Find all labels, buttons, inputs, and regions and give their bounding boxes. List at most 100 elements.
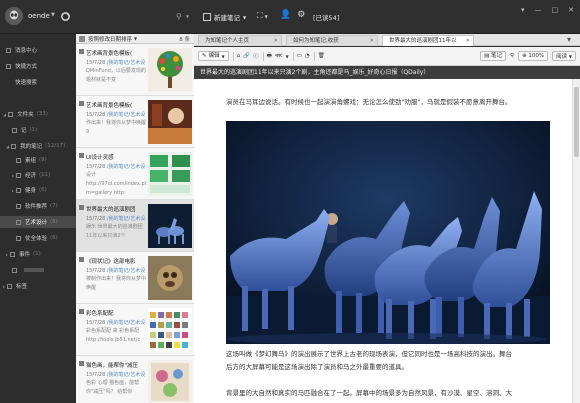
note-title: 世界最大的巡演剧团 — [86, 207, 136, 213]
edit-button[interactable]: ✎ 编辑 ▼ — [198, 51, 229, 61]
list-item[interactable]: 彩色系配配 15/7/28 /我的笔记/艺术设 彩色系配配 来 彩色系配 htt… — [76, 304, 194, 356]
zoom-icon: ⊕ — [522, 53, 527, 59]
expand-arrow-icon[interactable]: ▸ — [12, 188, 14, 193]
note-title: 艺术画背景色模板( — [86, 103, 133, 109]
chevron-down-icon[interactable]: ▼ — [286, 51, 289, 62]
toolbar-right: ▤ 笔记 ⚲ ⊕ 100% 阅读 ▼ — [480, 51, 576, 61]
sidebar-item-fitness[interactable]: ▸ 健身 (6) — [0, 184, 76, 196]
gear-icon[interactable]: ⚙ — [297, 10, 305, 20]
view-mode-button[interactable]: ⛶ ▼ — [257, 11, 268, 21]
note-icon — [79, 153, 84, 158]
sidebar-item-quick-search[interactable]: 快速搜索 — [0, 76, 76, 88]
chevron-down-icon[interactable]: ▼ — [51, 12, 55, 18]
sidebar-item-events[interactable]: ▸ 事件 (1) — [0, 248, 76, 260]
share-icon[interactable]: ⋘ — [275, 51, 283, 62]
attachment-icon[interactable]: 🔗 — [243, 51, 250, 62]
menu-icon[interactable]: ▾ — [521, 6, 525, 14]
note-title: 猫色画，能帮你"减压 — [86, 363, 139, 369]
sidebar-item-sub1[interactable]: 素组 (9) — [0, 154, 76, 166]
list-item[interactable]: 猫色画，能帮你"减压 15/7/28 /我的笔记/艺术设 色彩 心理 猫色画，能… — [76, 356, 194, 403]
paragraph: 这场叫做《梦幻舞马》的演出展示了世界上古老的现场表演，但它同时也是一场高科技的演… — [226, 350, 512, 358]
sync-icon[interactable] — [60, 11, 71, 22]
sidebar-item-my-notes[interactable]: ◢ 我的笔记 (12/17) — [0, 140, 76, 152]
sidebar-item-experience[interactable]: 仗全体验 (6) — [0, 232, 76, 244]
expand-arrow-icon[interactable]: ▸ — [12, 173, 14, 178]
tab-how-to[interactable]: 如何为知笔记,收获 ✕ — [286, 35, 378, 46]
expand-arrow-icon[interactable]: ◢ — [6, 144, 9, 149]
history-icon[interactable]: ◔ — [305, 51, 310, 62]
chevron-down-icon[interactable]: ▼ — [134, 36, 137, 41]
folder-icon — [12, 267, 17, 273]
expand-arrow-icon[interactable]: ▸ — [3, 284, 5, 289]
notes-icon: ▤ — [484, 53, 490, 59]
sidebar-item-note[interactable]: 记 (1) — [0, 124, 76, 136]
search-icon[interactable]: ⚲ — [510, 53, 514, 59]
note-meta: 15/7/28 /我的笔记/艺术设 — [86, 216, 146, 222]
note-count: 8 条 — [179, 36, 190, 43]
close-icon[interactable]: ✕ — [370, 36, 374, 46]
comment-icon[interactable]: ▭ — [297, 51, 302, 62]
folder-icon — [12, 127, 17, 133]
note-list: 艺术画背景色模板( 15/7/28 /我的笔记/艺术设 QMinFund，以后要… — [76, 44, 194, 403]
print-icon[interactable]: 🖶 — [267, 51, 272, 62]
chevron-down-icon[interactable]: ▼ — [186, 14, 189, 19]
notes-button[interactable]: ▤ 笔记 — [480, 51, 507, 61]
tab-menu-icon[interactable]: ▾ — [567, 35, 571, 44]
info-icon[interactable]: ⓘ — [253, 51, 259, 62]
list-item[interactable]: 艺术画背景色模板( 15/7/28 /我的笔记/艺术设 作出来！我将你从梦中唤醒… — [76, 96, 194, 148]
sidebar-item-folders[interactable]: ◢ 文件夹 (33) — [0, 108, 76, 120]
read-mode-button[interactable]: 阅读 ▼ — [552, 51, 576, 61]
top-toolbar: oende ▼ ⚲ ▼ 新建笔记 ▼ ⛶ ▼ 👤 ⚙ [已读54] ▾ — □ … — [0, 0, 580, 34]
list-item[interactable]: UI设计灵感 15/7/28 /我的笔记/艺术设 设计 http://97ui.… — [76, 148, 194, 200]
tab-bar: 为知笔记个人主页 ✕ 如何为知笔记,收获 ✕ 世界最大的巡演剧团11年以 ✕ ▾ — [194, 34, 580, 46]
note-thumbnail — [148, 360, 192, 403]
sidebar-item-tags[interactable]: ▸ 标签 — [0, 280, 76, 292]
folder-icon — [16, 187, 22, 193]
sidebar-item-shortcuts[interactable]: 快捷方式 — [0, 60, 76, 72]
chevron-down-icon[interactable]: ▼ — [243, 15, 246, 20]
sidebar-item-art-design[interactable]: 艺术设计 (8) — [0, 216, 76, 228]
expand-arrow-icon[interactable]: ▸ — [6, 252, 8, 257]
new-note-button[interactable]: 新建笔记 ▼ — [203, 10, 246, 24]
list-item[interactable]: 《现状记》这部电影 15/7/28 /我的笔记/艺术设 被制作出来！我将你从梦中… — [76, 252, 194, 304]
sidebar-item-hidden[interactable] — [0, 264, 76, 276]
close-icon[interactable]: ✕ — [568, 6, 574, 14]
search-icon[interactable]: ⚲ — [176, 12, 182, 21]
sidebar-item-software[interactable]: 软件推荐 (7) — [0, 200, 76, 212]
note-meta: 15/7/28 /我的笔记/艺术设 — [86, 320, 146, 326]
note-icon — [79, 361, 84, 366]
window-controls: ▾ — □ ✕ — [521, 6, 574, 14]
list-item[interactable]: 艺术画背景色模板( 15/7/28 /我的笔记/艺术设 QMinFund，以后要… — [76, 44, 194, 96]
sign-in-status[interactable]: [已读54] — [313, 12, 339, 22]
chevron-down-icon: ▼ — [221, 53, 225, 59]
maximize-icon[interactable]: □ — [552, 6, 559, 14]
user-icon[interactable]: 👤 — [280, 10, 291, 20]
note-icon — [79, 49, 84, 54]
sidebar-item-messages[interactable]: 消息中心 — [0, 44, 76, 56]
sort-icon[interactable] — [79, 35, 85, 42]
note-meta: 15/7/28 /我的笔记/艺术设 — [86, 164, 146, 170]
paragraph: 演员在马耳边说话。有时候也一起演演角螺戏：无论怎么使劲"劝服"，马就是假装不愿意… — [226, 98, 512, 106]
list-item-selected[interactable]: 世界最大的巡演剧团 15/7/28 /我的笔记/艺术设 娱乐 世界最大的巡演剧团… — [76, 200, 194, 252]
expand-arrow-icon[interactable]: ◢ — [3, 112, 6, 117]
chevron-down-icon: ▼ — [264, 13, 268, 19]
minimize-icon[interactable]: — — [535, 6, 542, 14]
folder-icon — [16, 219, 21, 225]
note-thumbnail — [148, 48, 192, 92]
note-thumbnail — [148, 152, 192, 196]
content-scrollbar[interactable] — [572, 79, 580, 403]
sidebar-item-economy[interactable]: ▸ 经济 (11) — [0, 169, 76, 181]
redacted-label — [24, 268, 44, 272]
tab-current-note[interactable]: 世界最大的巡演剧团11年以 ✕ — [382, 35, 474, 46]
user-name[interactable]: oende — [28, 12, 50, 20]
scrollbar-thumb[interactable] — [574, 87, 579, 157]
sidebar: 消息中心 快捷方式 快速搜索 ◢ 文件夹 (33) 记 (1) ◢ 我的笔记 (12/17… — [0, 34, 76, 403]
close-icon[interactable]: ✕ — [466, 36, 470, 46]
zoom-control[interactable]: ⊕ 100% — [518, 51, 549, 61]
paragraph: 后方的大屏幕可能是这场演出除了演员和马之外最重要的道具。 — [226, 363, 408, 371]
tab-homepage[interactable]: 为知笔记个人主页 ✕ — [198, 35, 282, 46]
delete-icon[interactable]: 🗑 — [318, 51, 325, 62]
close-icon[interactable]: ✕ — [274, 36, 278, 46]
tag-icon[interactable]: ⌂ — [237, 51, 241, 62]
sort-selector[interactable]: 按照修改日期排序 — [88, 35, 132, 43]
